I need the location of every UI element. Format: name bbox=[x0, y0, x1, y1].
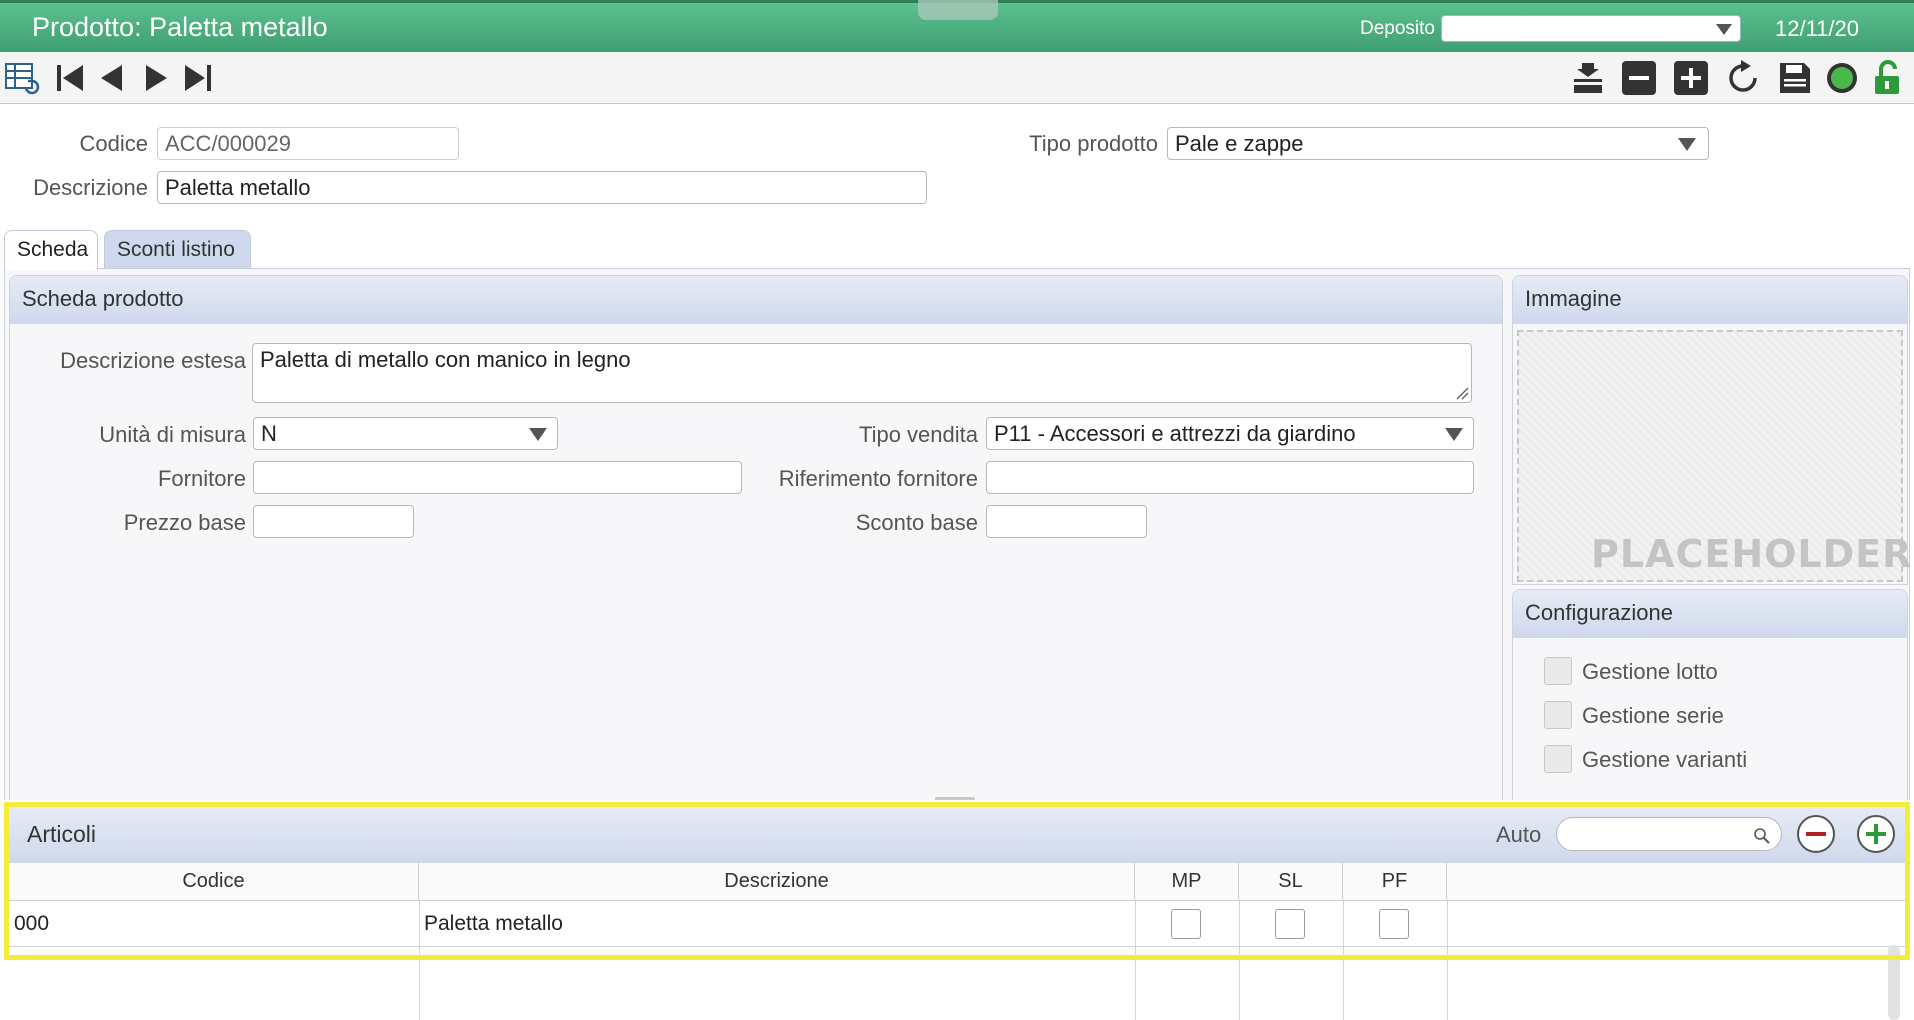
search-icon bbox=[1754, 828, 1770, 844]
previous-record-icon[interactable] bbox=[92, 58, 132, 98]
descrizione-estesa-textarea[interactable]: Paletta di metallo con manico in legno bbox=[252, 343, 1472, 403]
codice-label: Codice bbox=[79, 131, 148, 156]
last-record-icon[interactable] bbox=[178, 58, 218, 98]
list-back-icon[interactable] bbox=[2, 58, 42, 98]
deposito-select[interactable] bbox=[1441, 15, 1741, 42]
deposito-label: Deposito bbox=[1360, 18, 1435, 39]
codice-field[interactable]: ACC/000029 bbox=[157, 127, 459, 160]
status-dot-icon[interactable] bbox=[1822, 58, 1862, 98]
archive-icon[interactable] bbox=[1568, 58, 1608, 98]
row-pf-checkbox[interactable] bbox=[1379, 909, 1409, 939]
remove-articolo-button[interactable] bbox=[1797, 815, 1835, 853]
gestione-lotto-label: Gestione lotto bbox=[1582, 659, 1718, 684]
add-articolo-button[interactable] bbox=[1857, 815, 1895, 853]
chevron-down-icon bbox=[1678, 138, 1696, 151]
next-record-icon[interactable] bbox=[136, 58, 176, 98]
column-header-empty bbox=[1447, 863, 1905, 901]
placeholder-text: PLACEHOLDER bbox=[1591, 532, 1913, 576]
plus-icon bbox=[1866, 824, 1886, 844]
tipo-prodotto-label: Tipo prodotto bbox=[1029, 131, 1158, 156]
gestione-serie-label: Gestione serie bbox=[1582, 703, 1724, 728]
resize-handle-icon[interactable] bbox=[1455, 386, 1469, 400]
tipo-prodotto-value: Pale e zappe bbox=[1175, 131, 1304, 156]
sconto-base-label: Sconto base bbox=[855, 510, 978, 535]
tipo-vendita-label: Tipo vendita bbox=[858, 422, 978, 447]
minus-icon bbox=[1806, 832, 1826, 836]
grid-scrollbar[interactable] bbox=[1888, 945, 1900, 1020]
descrizione-estesa-label: Descrizione estesa bbox=[60, 348, 246, 373]
title-bar: Prodotto: Paletta metallo Deposito 12/11… bbox=[0, 0, 1914, 52]
gestione-varianti-checkbox[interactable] bbox=[1544, 745, 1572, 773]
unita-misura-value: N bbox=[261, 421, 277, 446]
gestione-lotto-checkbox[interactable] bbox=[1544, 657, 1572, 685]
refresh-icon[interactable] bbox=[1723, 58, 1763, 98]
toolbar bbox=[0, 52, 1914, 104]
column-header-codice[interactable]: Codice bbox=[9, 863, 419, 901]
remove-record-icon[interactable] bbox=[1619, 58, 1659, 98]
descrizione-estesa-value: Paletta di metallo con manico in legno bbox=[260, 347, 631, 372]
tab-scheda[interactable]: Scheda bbox=[4, 230, 98, 270]
column-header-pf[interactable]: PF bbox=[1343, 863, 1447, 901]
articoli-header: Articoli Auto bbox=[9, 807, 1905, 863]
gestione-varianti-label: Gestione varianti bbox=[1582, 747, 1748, 772]
row-descrizione: Paletta metallo bbox=[424, 912, 563, 935]
descrizione-field[interactable]: Paletta metallo bbox=[157, 171, 927, 204]
fornitore-label: Fornitore bbox=[157, 466, 246, 491]
first-record-icon[interactable] bbox=[50, 58, 90, 98]
riferimento-fornitore-label: Riferimento fornitore bbox=[778, 466, 978, 491]
prezzo-base-label: Prezzo base bbox=[123, 510, 246, 535]
tipo-vendita-select[interactable]: P11 - Accessori e attrezzi da giardino bbox=[986, 417, 1474, 450]
gestione-serie-checkbox[interactable] bbox=[1544, 701, 1572, 729]
column-header-mp[interactable]: MP bbox=[1135, 863, 1239, 901]
fornitore-field[interactable] bbox=[253, 461, 742, 494]
add-record-icon[interactable] bbox=[1671, 58, 1711, 98]
chevron-down-icon bbox=[529, 428, 547, 441]
window-grip[interactable] bbox=[918, 0, 998, 20]
auto-label: Auto bbox=[1496, 822, 1542, 847]
row-sl-checkbox[interactable] bbox=[1275, 909, 1305, 939]
tipo-prodotto-select[interactable]: Pale e zappe bbox=[1167, 127, 1709, 160]
column-header-descrizione[interactable]: Descrizione bbox=[419, 863, 1135, 901]
prezzo-base-field[interactable] bbox=[253, 505, 414, 538]
window-title: Prodotto: Paletta metallo bbox=[32, 12, 328, 42]
row-codice: 000 bbox=[14, 912, 50, 935]
tab-sconti-listino[interactable]: Sconti listino bbox=[104, 230, 251, 268]
immagine-title: Immagine bbox=[1513, 276, 1907, 324]
product-image-placeholder[interactable]: PLACEHOLDER bbox=[1517, 330, 1911, 582]
riferimento-fornitore-field[interactable] bbox=[986, 461, 1474, 494]
save-icon[interactable] bbox=[1775, 58, 1815, 98]
unlock-icon[interactable] bbox=[1868, 58, 1908, 98]
chevron-down-icon bbox=[1445, 428, 1463, 441]
descrizione-label: Descrizione bbox=[33, 175, 148, 200]
table-row[interactable]: 000 Paletta metallo bbox=[9, 901, 1905, 947]
chevron-down-icon bbox=[1716, 24, 1732, 35]
current-date: 12/11/20 bbox=[1775, 16, 1860, 41]
articoli-title: Articoli bbox=[27, 821, 97, 847]
unita-misura-select[interactable]: N bbox=[253, 417, 558, 450]
configurazione-title: Configurazione bbox=[1513, 590, 1907, 638]
row-mp-checkbox[interactable] bbox=[1171, 909, 1201, 939]
unita-misura-label: Unità di misura bbox=[99, 422, 246, 447]
column-header-sl[interactable]: SL bbox=[1239, 863, 1343, 901]
sconto-base-field[interactable] bbox=[986, 505, 1147, 538]
articoli-search-input[interactable] bbox=[1556, 817, 1782, 851]
scheda-prodotto-title: Scheda prodotto bbox=[10, 276, 1502, 324]
tipo-vendita-value: P11 - Accessori e attrezzi da giardino bbox=[994, 421, 1356, 446]
